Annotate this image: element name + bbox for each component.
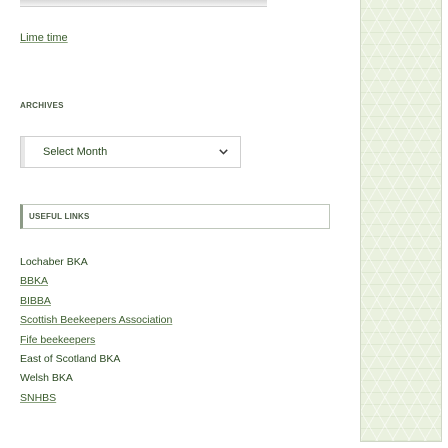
select-accent — [21, 137, 25, 167]
useful-link-label[interactable]: BIBBA — [20, 295, 51, 307]
archives-heading: ARCHIVES — [20, 101, 64, 110]
useful-link-label[interactable]: BBKA — [20, 275, 48, 287]
recent-post-link[interactable]: Lime time — [20, 32, 68, 44]
list-item[interactable]: BBKA — [20, 272, 172, 291]
list-item[interactable]: BIBBA — [20, 292, 172, 311]
list-item[interactable]: Lochaber BKA — [20, 253, 172, 272]
chevron-down-icon — [219, 149, 228, 155]
useful-link-label[interactable]: Scottish Beekeepers Association — [20, 314, 172, 326]
decorative-side-panel — [360, 0, 442, 442]
list-item[interactable]: SNHBS — [20, 389, 172, 408]
useful-link-label[interactable]: East of Scotland BKA — [20, 353, 120, 365]
scrolled-widget-edge — [20, 0, 267, 7]
list-item[interactable]: Scottish Beekeepers Association — [20, 311, 172, 330]
list-item[interactable]: East of Scotland BKA — [20, 350, 172, 369]
useful-link-label[interactable]: Lochaber BKA — [20, 256, 88, 268]
page: Lime time ARCHIVES Select Month USEFUL L… — [0, 0, 448, 448]
archives-month-select[interactable]: Select Month — [20, 136, 241, 168]
useful-link-label[interactable]: Welsh BKA — [20, 372, 73, 384]
list-item[interactable]: Fife beekeepers — [20, 331, 172, 350]
useful-links-list: Lochaber BKA BBKA BIBBA Scottish Beekeepers… — [20, 253, 172, 408]
useful-links-heading-box: USEFUL LINKS — [20, 204, 330, 229]
useful-link-label[interactable]: Fife beekeepers — [20, 334, 95, 346]
useful-link-label[interactable]: SNHBS — [20, 392, 56, 404]
select-value: Select Month — [43, 146, 108, 158]
useful-links-heading: USEFUL LINKS — [29, 212, 90, 221]
list-item[interactable]: Welsh BKA — [20, 369, 172, 388]
